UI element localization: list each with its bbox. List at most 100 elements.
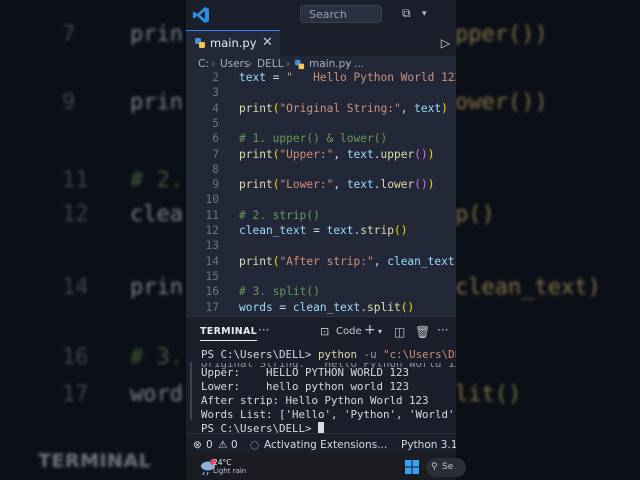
background-line-number: 12: [62, 202, 89, 227]
code-token: text: [414, 101, 442, 115]
code-token: ,: [373, 254, 388, 268]
code-token: (): [393, 224, 408, 237]
background-line-number: 11: [62, 168, 89, 193]
title-bar: Search ⧉ ▾: [186, 0, 456, 30]
line-number: 16: [205, 285, 219, 299]
more-icon[interactable]: ···: [258, 323, 269, 337]
taskbar-search-text: Se: [442, 462, 454, 472]
chevron-down-icon[interactable]: ▾: [422, 9, 427, 19]
line-number: 12: [205, 224, 219, 237]
more-icon[interactable]: ···: [437, 323, 448, 337]
code-token: (): [400, 300, 415, 314]
background-line-text: # 2.: [130, 168, 183, 193]
search-input[interactable]: Search: [300, 5, 382, 23]
terminal-profile-label[interactable]: Code: [336, 326, 362, 337]
code-token: clean_text: [239, 224, 307, 237]
line-number: 6: [212, 132, 219, 146]
terminal-output-line: Upper: HELLO PYTHON WORLD 123: [201, 366, 410, 379]
code-text: text = " Hello Python World 123: [239, 70, 456, 85]
code-token: (): [414, 178, 428, 192]
code-token: text: [346, 147, 374, 161]
taskbar: 24°C Light rain ⚲ Se: [186, 455, 466, 480]
chevron-down-icon[interactable]: ▾: [378, 327, 382, 336]
code-token: print: [239, 147, 273, 161]
code-line: 10: [186, 192, 456, 207]
code-line: 7 print("Upper:", text.upper()): [186, 147, 456, 162]
code-editor[interactable]: 2 text = " Hello Python World 123 3 4 print(…: [186, 70, 456, 316]
code-line: 6 # 1. upper() & lower(): [186, 131, 456, 146]
error-icon[interactable]: ⊗: [193, 434, 202, 456]
weather-description[interactable]: Light rain: [213, 467, 246, 475]
background-line-fragment: pper()): [455, 22, 548, 47]
code-token: =: [306, 224, 327, 237]
code-token: strip: [360, 224, 394, 237]
run-icon[interactable]: ▷: [441, 36, 450, 50]
terminal-gutter: [190, 362, 192, 420]
code-token: .: [373, 147, 381, 161]
background-line-text: word: [130, 382, 183, 407]
terminal-icon[interactable]: ⊡: [320, 325, 329, 338]
spinner-icon: ◌: [250, 439, 260, 451]
terminal-output-line: After strip: Hello Python World 123: [201, 394, 429, 407]
add-terminal-icon[interactable]: +: [364, 322, 376, 338]
tab-label: main.py: [210, 36, 257, 50]
terminal-argument: "c:\Users\DELL\m: [383, 348, 456, 361]
background-line-number: 17: [62, 382, 89, 407]
trash-icon[interactable]: 🗑: [415, 325, 430, 339]
code-line: 9 print("Lower:", text.lower()): [186, 177, 456, 192]
code-line: 2 text = " Hello Python World 123: [186, 70, 456, 85]
line-number: 8: [212, 162, 219, 176]
search-icon: ⚲: [431, 462, 438, 472]
background-line-fragment: p(): [455, 202, 495, 227]
line-number: 2: [212, 71, 219, 84]
code-token: ,: [400, 101, 415, 115]
code-line: 8: [186, 162, 456, 177]
background-line-number: 7: [62, 22, 76, 47]
line-number: 14: [205, 254, 219, 268]
error-count[interactable]: 0: [206, 434, 213, 456]
code-token: # 2. strip(): [239, 208, 320, 222]
background-line-number: 9: [62, 90, 76, 115]
taskbar-search[interactable]: ⚲ Se: [426, 458, 466, 477]
tab-main-py[interactable]: main.py ✕: [186, 30, 280, 56]
warning-count[interactable]: 0: [231, 434, 238, 456]
tab-terminal[interactable]: TERMINAL: [200, 326, 258, 341]
split-terminal-icon[interactable]: ◫: [394, 325, 405, 339]
copilot-icon[interactable]: ⧉: [402, 6, 411, 21]
warning-icon[interactable]: ⚠: [218, 434, 227, 456]
background-line-text: clea: [130, 202, 183, 227]
code-line: 17 words = clean_text.split(): [186, 300, 456, 315]
terminal-output-line: Words List: ['Hello', 'Python', 'World',…: [201, 408, 456, 421]
code-token: ,: [333, 178, 347, 192]
code-text: # 1. upper() & lower(): [239, 131, 387, 146]
windows-start-icon[interactable]: [405, 460, 419, 474]
weather-temperature[interactable]: 24°C: [213, 458, 232, 467]
terminal-output[interactable]: PS C:\Users\DELL> python -u "c:\Users\DE…: [186, 348, 456, 438]
code-token: upper: [380, 147, 415, 161]
code-token: " Hello Python World 123: [286, 71, 456, 84]
code-token: lower: [380, 178, 415, 192]
line-number: 3: [212, 86, 219, 100]
background-line-fragment: clean_text): [455, 275, 601, 300]
activity-status: Activating Extensions...: [264, 439, 388, 451]
background-line-text: prin: [130, 22, 183, 47]
code-token: text: [346, 178, 374, 192]
code-token: # 3. split(): [239, 285, 320, 299]
code-text: print("After strip:", clean_text): [239, 254, 456, 269]
line-number: 9: [212, 178, 219, 192]
background-line-number: 16: [62, 345, 89, 370]
background-line-text: prin: [130, 90, 183, 115]
line-number: 17: [205, 300, 219, 314]
code-token: =: [265, 71, 287, 84]
code-line: 4 print("Original String:", text): [186, 101, 456, 116]
line-number: 7: [212, 147, 219, 161]
code-text: print("Upper:", text.upper()): [239, 147, 434, 162]
close-icon[interactable]: ✕: [262, 35, 273, 50]
code-text: print("Original String:", text): [239, 101, 448, 116]
code-token: print: [239, 101, 273, 115]
language-status[interactable]: Python 3.14.3: [401, 434, 456, 456]
line-number: 5: [212, 116, 219, 130]
code-text: clean_text = text.strip(): [239, 223, 407, 238]
code-token: clean_text: [387, 254, 455, 268]
terminal-flag: -u: [363, 348, 377, 361]
